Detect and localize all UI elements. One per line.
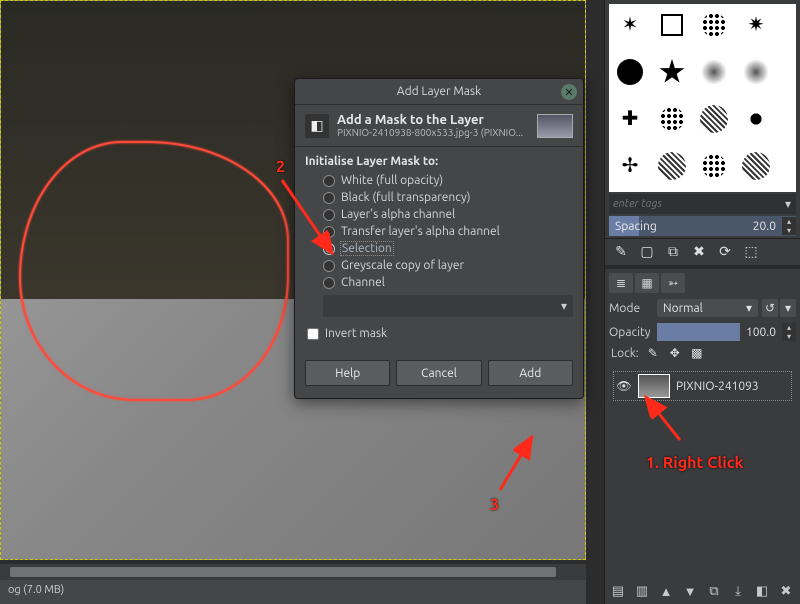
brush-ring-icon[interactable]	[743, 106, 769, 132]
radio-label: White (full opacity)	[341, 174, 443, 187]
mode-reset-icon[interactable]: ↺	[762, 299, 778, 317]
duplicate-brush-icon[interactable]: ⧉	[665, 243, 681, 259]
layer-actions-strip: ▤ ▥ ▲ ▼ ⧉ ⤓ ◧ ✖	[609, 582, 796, 600]
dialog-filename: PIXNIO-2410938-800x533.jpg-3 (PIXNIO...	[337, 127, 529, 138]
new-brush-icon[interactable]: ▢	[639, 243, 655, 259]
dialog-titlebar[interactable]: Add Layer Mask ✕	[295, 79, 583, 105]
brush-circle-icon[interactable]	[617, 59, 643, 85]
horizontal-scrollbar[interactable]	[0, 564, 586, 580]
help-button[interactable]: Help	[305, 360, 390, 386]
radio-label: Layer's alpha channel	[341, 208, 455, 221]
spacing-value: 20.0	[747, 218, 782, 235]
brush-texture-icon[interactable]	[742, 152, 770, 180]
dialog-thumbnail	[537, 114, 573, 138]
cancel-button[interactable]: Cancel	[396, 360, 481, 386]
refresh-brush-icon[interactable]: ⟳	[717, 243, 733, 259]
mask-icon: ◧	[305, 114, 329, 138]
channel-select[interactable]: ▾	[323, 295, 573, 317]
radio-label: Transfer layer's alpha channel	[341, 225, 500, 238]
visibility-eye-icon[interactable]: 👁	[616, 379, 632, 393]
edit-brush-icon[interactable]: ✎	[613, 243, 629, 259]
tags-dropdown-icon[interactable]: ▾	[780, 197, 796, 211]
layer-thumbnail[interactable]	[638, 374, 670, 398]
duplicate-layer-icon[interactable]: ⧉	[705, 582, 723, 600]
mode-value: Normal	[663, 302, 703, 315]
opacity-value: 100.0	[740, 326, 782, 339]
brush-square-icon[interactable]	[661, 14, 683, 36]
lock-position-icon[interactable]: ✥	[667, 345, 683, 361]
layers-list[interactable]: 👁 PIXNIO-241093	[609, 367, 796, 405]
dialog-title: Add Layer Mask	[397, 85, 481, 98]
delete-layer-icon[interactable]: ✖	[777, 582, 795, 600]
tab-paths[interactable]: ➳	[661, 273, 685, 293]
tab-layers[interactable]: ≣	[609, 273, 633, 293]
brush-scratch-icon[interactable]	[700, 105, 728, 133]
brush-hatch-icon[interactable]	[658, 152, 686, 180]
brush-grain-icon[interactable]	[660, 107, 684, 131]
radio-channel[interactable]: Channel	[305, 274, 573, 291]
lock-alpha-icon[interactable]: ▩	[689, 345, 705, 361]
lower-layer-icon[interactable]: ▼	[681, 582, 699, 600]
add-layer-mask-dialog: Add Layer Mask ✕ ◧ Add a Mask to the Lay…	[294, 78, 584, 399]
opacity-stepper[interactable]: ▴▾	[782, 323, 796, 341]
brush-texture-icon[interactable]	[702, 154, 726, 178]
brush-sparkle-icon[interactable]: ✷	[743, 12, 769, 38]
radio-selection[interactable]: Selection	[305, 240, 573, 257]
add-button[interactable]: Add	[488, 360, 573, 386]
init-label: Initialise Layer Mask to:	[305, 155, 573, 168]
radio-label: Channel	[341, 276, 385, 289]
dock-tabs: ≣ ▦ ➳	[605, 271, 800, 295]
brush-dots-icon[interactable]	[702, 13, 726, 37]
opacity-slider[interactable]	[657, 323, 740, 341]
new-layer-icon[interactable]: ▤	[609, 582, 627, 600]
delete-brush-icon[interactable]: ✖	[691, 243, 707, 259]
blend-mode-select[interactable]: Normal▾	[657, 299, 758, 317]
checkbox-label: Invert mask	[325, 327, 387, 340]
brush-soft-icon[interactable]	[701, 59, 727, 85]
invert-mask-checkbox[interactable]: Invert mask	[307, 327, 573, 340]
lock-pixels-icon[interactable]: ✎	[645, 345, 661, 361]
mode-menu-icon[interactable]: ▾	[780, 299, 796, 317]
dialog-subtitle: Add a Mask to the Layer	[337, 113, 529, 127]
brush-plus-icon[interactable]: ✢	[617, 153, 643, 179]
layer-row[interactable]: 👁 PIXNIO-241093	[613, 371, 792, 401]
raise-layer-icon[interactable]: ▲	[657, 582, 675, 600]
radio-label: Selection	[341, 242, 393, 255]
lock-label: Lock:	[611, 347, 639, 360]
spacing-label: Spacing	[609, 218, 747, 235]
layer-name[interactable]: PIXNIO-241093	[676, 380, 759, 393]
new-group-icon[interactable]: ▥	[633, 582, 651, 600]
open-brush-icon[interactable]: ⬚	[743, 243, 759, 259]
brush-star-icon[interactable]	[659, 59, 685, 85]
radio-alpha[interactable]: Layer's alpha channel	[305, 206, 573, 223]
tab-channels[interactable]: ▦	[635, 273, 659, 293]
brush-sparkle-icon[interactable]: ✶	[617, 12, 643, 38]
tags-input[interactable]	[609, 196, 780, 212]
brush-tool-strip: ✎ ▢ ⧉ ✖ ⟳ ⬚	[605, 238, 800, 263]
brush-presets[interactable]: ✶ ✷ ✚ ✢	[609, 4, 796, 192]
merge-down-icon[interactable]: ⤓	[729, 582, 747, 600]
opacity-label: Opacity	[609, 326, 657, 339]
spacing-stepper[interactable]: ▴▾	[782, 217, 796, 235]
radio-greyscale[interactable]: Greyscale copy of layer	[305, 257, 573, 274]
radio-label: Greyscale copy of layer	[341, 259, 464, 272]
close-icon[interactable]: ✕	[561, 84, 577, 100]
radio-label: Black (full transparency)	[341, 191, 471, 204]
mask-icon[interactable]: ◧	[753, 582, 771, 600]
status-bar: og (7.0 MB)	[0, 580, 586, 604]
radio-transfer[interactable]: Transfer layer's alpha channel	[305, 223, 573, 240]
spacing-slider[interactable]: Spacing 20.0 ▴▾	[609, 216, 796, 236]
mode-label: Mode	[609, 302, 657, 315]
brush-cross-icon[interactable]: ✚	[617, 106, 643, 132]
radio-black[interactable]: Black (full transparency)	[305, 189, 573, 206]
selection-outline	[19, 141, 289, 401]
radio-white[interactable]: White (full opacity)	[305, 172, 573, 189]
right-dock: ✶ ✷ ✚ ✢ ▾ Spacing 20.0 ▴▾ ✎ ▢ ⧉ ✖ ⟳ ⬚ ≣	[604, 0, 800, 604]
brush-soft-icon[interactable]	[743, 59, 769, 85]
